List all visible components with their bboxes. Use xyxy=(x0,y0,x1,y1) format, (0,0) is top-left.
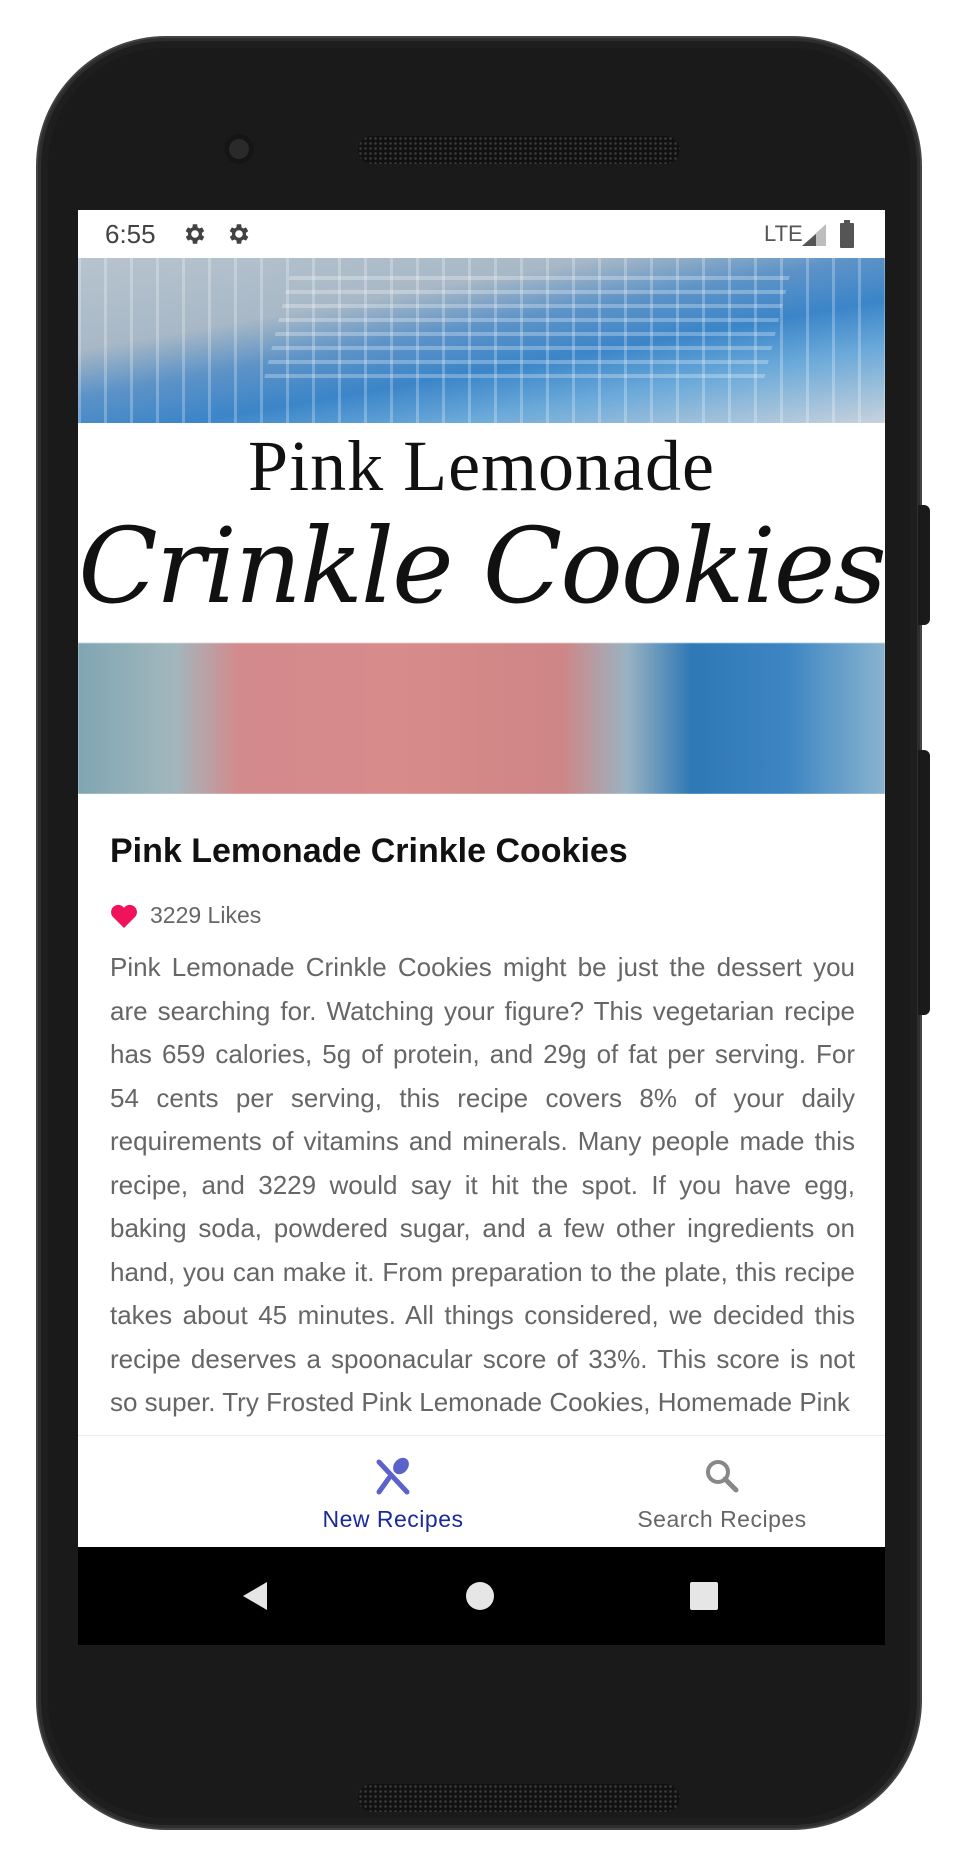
search-icon xyxy=(706,1460,739,1493)
recipe-title: Pink Lemonade Crinkle Cookies xyxy=(110,832,628,870)
nav-search-recipes[interactable]: Search Recipes xyxy=(572,1436,872,1548)
network-type: LTE xyxy=(764,221,803,246)
utensils-icon xyxy=(376,1457,410,1495)
gear-icon xyxy=(185,224,205,244)
hero-title-banner: Pink Lemonade Crinkle Cookies xyxy=(78,423,885,643)
bottom-speaker xyxy=(358,1784,680,1812)
heart-icon xyxy=(111,904,137,928)
hero-photo-towel xyxy=(78,258,885,423)
power-button xyxy=(918,505,930,625)
system-navigation-bar xyxy=(78,1547,885,1645)
front-camera xyxy=(224,134,254,164)
likes-count: 3229 Likes xyxy=(150,902,262,928)
status-bar: 6:55 LTE xyxy=(78,210,885,258)
status-time: 6:55 xyxy=(105,219,156,249)
nav-label-search-recipes: Search Recipes xyxy=(637,1506,807,1532)
signal-icon xyxy=(802,224,826,246)
battery-icon xyxy=(840,220,854,248)
hero-title-line2: Crinkle Cookies xyxy=(78,505,885,627)
bottom-navigation: New Recipes Search Recipes xyxy=(78,1435,885,1548)
hero-photo-drink xyxy=(78,643,885,794)
back-icon[interactable] xyxy=(239,1580,271,1612)
volume-button xyxy=(918,750,930,1015)
recents-icon[interactable] xyxy=(688,1580,720,1612)
likes-row: 3229 Likes xyxy=(110,902,261,929)
hero-title-line1: Pink Lemonade xyxy=(248,426,715,506)
app-screen: 6:55 LTE Pink Lemonade Crinkle Cookies P… xyxy=(78,210,885,1645)
recipe-summary: Pink Lemonade Crinkle Cookies might be j… xyxy=(110,952,855,1417)
nav-new-recipes[interactable]: New Recipes xyxy=(243,1436,543,1548)
home-icon[interactable] xyxy=(464,1580,496,1612)
nav-label-new-recipes: New Recipes xyxy=(322,1506,464,1532)
recipe-image: Pink Lemonade Crinkle Cookies xyxy=(78,258,885,794)
gear-icon xyxy=(229,224,249,244)
earpiece-speaker xyxy=(358,136,680,164)
